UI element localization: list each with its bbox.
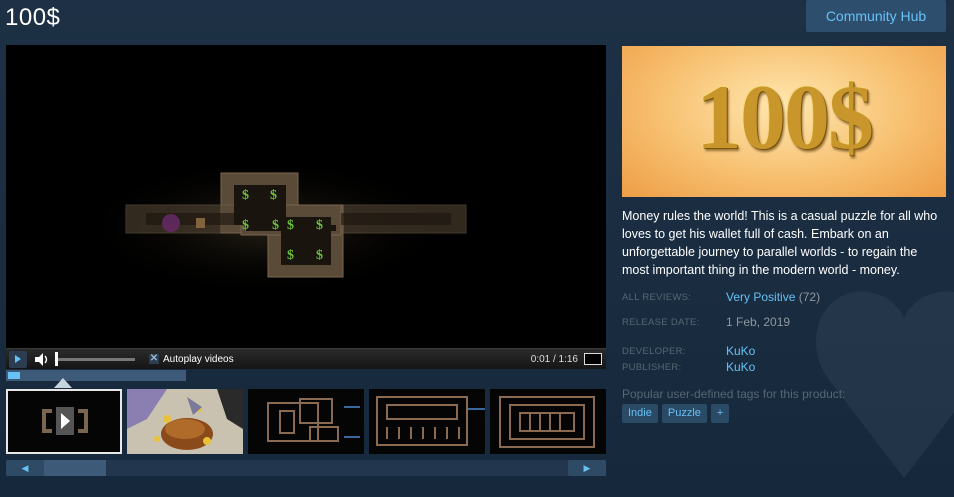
left-arrow-icon[interactable]: ◀	[6, 460, 44, 476]
svg-text:$: $	[272, 218, 279, 233]
media-thumbnail-strip	[6, 389, 606, 455]
reviews-summary[interactable]: Very Positive (72)	[726, 290, 820, 304]
publisher-link[interactable]: KuKo	[726, 360, 755, 374]
developer-link[interactable]: KuKo	[726, 344, 755, 358]
svg-text:$: $	[287, 218, 294, 233]
thumbnail-screenshot-2[interactable]	[248, 389, 364, 454]
page-title: 100$	[5, 4, 61, 31]
game-logo: 100$	[696, 66, 874, 168]
volume-icon[interactable]	[33, 351, 51, 368]
decorative-heart-icon	[816, 291, 954, 478]
thumbnail-screenshot-4[interactable]	[490, 389, 606, 454]
video-player[interactable]: $ $ $ $ $ $ $ $	[6, 45, 606, 368]
svg-text:$: $	[316, 218, 323, 233]
community-hub-button[interactable]: Community Hub	[806, 0, 946, 32]
game-description: Money rules the world! This is a casual …	[622, 209, 938, 277]
svg-text:$: $	[242, 218, 249, 233]
game-scene: $ $ $ $ $ $ $ $	[76, 157, 467, 297]
thumbnail-video[interactable]	[6, 389, 122, 454]
selected-thumb-caret	[54, 378, 72, 388]
volume-slider[interactable]	[55, 351, 135, 366]
release-date-value: 1 Feb, 2019	[726, 315, 791, 329]
thumbnail-screenshot-3[interactable]	[369, 389, 485, 454]
svg-text:$: $	[242, 188, 249, 203]
developer-label: DEVELOPER:	[622, 346, 686, 357]
right-arrow-icon[interactable]: ▶	[568, 460, 606, 476]
add-tag-button[interactable]: +	[710, 404, 730, 423]
tag-indie[interactable]: Indie	[622, 404, 658, 423]
tag-list: Indie Puzzle +	[622, 404, 730, 423]
svg-text:$: $	[316, 248, 323, 263]
autoplay-label: Autoplay videos	[163, 353, 234, 365]
video-progress-bar[interactable]	[6, 370, 186, 381]
release-date-label: RELEASE DATE:	[622, 317, 700, 328]
tag-puzzle[interactable]: Puzzle	[661, 404, 707, 423]
play-icon[interactable]	[9, 350, 27, 368]
tags-label: Popular user-defined tags for this produ…	[622, 387, 846, 401]
reviews-value[interactable]: Very Positive	[726, 290, 795, 304]
autoplay-toggle[interactable]: ✕ Autoplay videos	[149, 354, 234, 365]
thumbnail-screenshot-1[interactable]	[127, 389, 243, 454]
thumbnail-scrollbar-handle[interactable]	[44, 460, 106, 476]
svg-text:$: $	[270, 188, 277, 203]
volume-knob[interactable]	[55, 351, 58, 366]
video-time: 0:01 / 1:16	[530, 353, 578, 365]
reviews-count: (72)	[798, 290, 821, 304]
x-checkbox-icon[interactable]: ✕	[149, 354, 159, 364]
video-progress-fill	[8, 372, 20, 379]
video-controls: ✕ Autoplay videos 0:01 / 1:16	[6, 348, 606, 369]
game-header-image: 100$	[622, 46, 946, 197]
reviews-label: ALL REVIEWS:	[622, 292, 692, 303]
publisher-label: PUBLISHER:	[622, 362, 682, 373]
svg-text:$: $	[287, 248, 294, 263]
fullscreen-icon[interactable]	[584, 353, 602, 365]
